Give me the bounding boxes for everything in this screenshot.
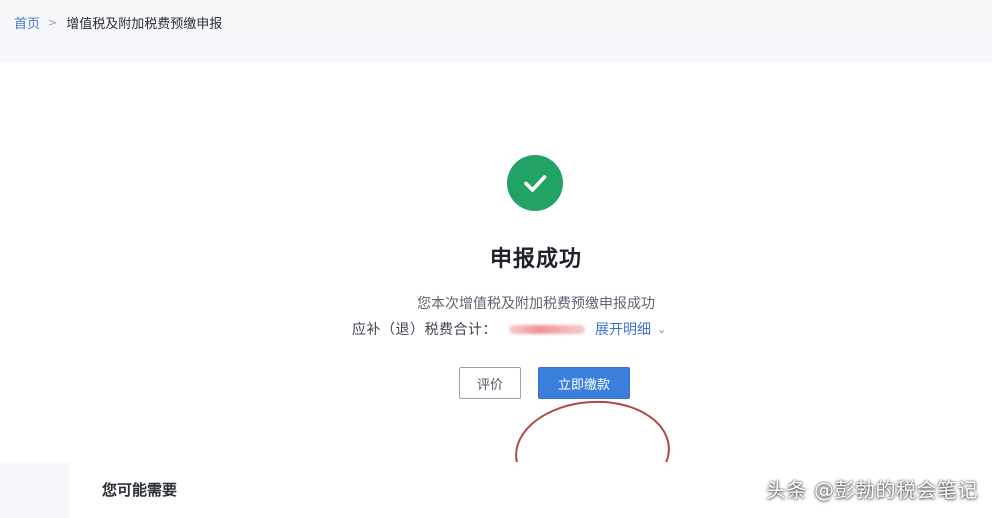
tax-total-amount-redacted [509,324,585,334]
breadcrumb-current: 增值税及附加税费预缴申报 [66,16,223,32]
expand-details-link[interactable]: 展开明细 ⌄ [595,319,666,339]
result-title: 申报成功 [489,247,582,272]
pay-now-button[interactable]: 立即缴款 [538,367,630,399]
breadcrumb: 首页 > 增值税及附加税费预缴申报 [0,0,992,44]
result-card: 申报成功 您本次增值税及附加税费预缴申报成功 应补（退）税费合计： 展开明细 ⌄… [0,62,992,509]
breadcrumb-home-link[interactable]: 首页 [14,13,40,32]
recommendation-title: 您可能需要 [102,481,178,499]
expand-details-label: 展开明细 [595,322,651,338]
result-subtitle: 您本次增值税及附加税费预缴申报成功 [417,296,655,312]
tax-total-label: 应补（退）税费合计： [352,322,497,338]
tax-total-line: 应补（退）税费合计： 展开明细 ⌄ [352,318,666,340]
check-circle-icon [507,155,563,211]
chevron-down-icon: ⌄ [657,322,667,336]
watermark-text: 头条 @彭勃的税会笔记 [766,478,978,502]
rate-button[interactable]: 评价 [459,367,521,399]
check-icon [524,175,547,192]
breadcrumb-separator: > [48,15,58,29]
